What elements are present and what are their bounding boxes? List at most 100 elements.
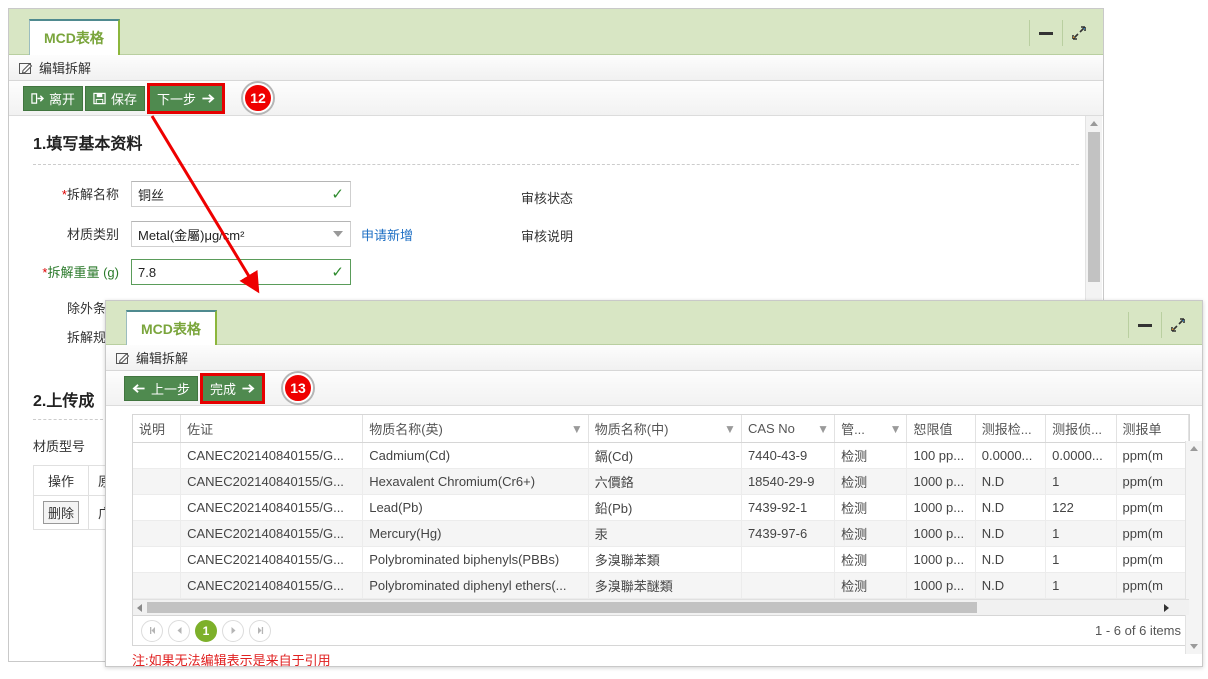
col-label: 恕限值 (913, 422, 953, 437)
hscrollbar-thumb[interactable] (147, 602, 977, 613)
cell-report-test: N.D (975, 468, 1047, 495)
window2-titlebar: MCD表格 (106, 301, 1202, 345)
cell-substance-zh: 多溴聯苯類 (588, 546, 742, 573)
cell-report-test: N.D (975, 520, 1047, 547)
cell-evidence[interactable]: CANEC202140840155/G... (180, 468, 364, 495)
filter-icon[interactable]: ▼​ (724, 422, 736, 436)
save-button[interactable]: 保存 (85, 85, 146, 111)
first-page-button[interactable] (141, 619, 163, 642)
table-row[interactable]: CANEC202140840155/G... Polybrominated di… (133, 572, 1189, 599)
label-material-type: 材质类别 (66, 227, 119, 242)
scroll-right-icon[interactable] (1164, 604, 1169, 612)
table-row[interactable]: CANEC202140840155/G... Lead(Pb) 鉛(Pb) 74… (133, 494, 1189, 521)
col-header-limit[interactable]: 恕限值 (906, 415, 976, 443)
cell-evidence[interactable]: CANEC202140840155/G... (180, 546, 364, 573)
window2-subbar: 编辑拆解 (106, 345, 1202, 371)
maximize-button-win1[interactable] (1063, 20, 1095, 46)
minimize-button-win1[interactable] (1030, 20, 1062, 46)
arrow-left-icon (132, 383, 145, 393)
cell-cas-no: 7439-92-1 (741, 494, 836, 521)
material-type-select[interactable]: Metal(金屬)μg/cm² (131, 221, 351, 247)
cell-cas-no: 18540-29-9 (741, 468, 836, 495)
tab-mcd-table-win2[interactable]: MCD表格 (126, 310, 217, 345)
cell-evidence[interactable]: CANEC202140840155/G... (180, 520, 364, 547)
prev-page-button[interactable] (168, 619, 190, 642)
window2-toolbar: 上一步 完成 13 (106, 371, 1202, 406)
cell-limit: 100 pp... (906, 442, 976, 469)
next-page-icon (231, 627, 235, 634)
cell-control: 检测 (834, 494, 908, 521)
prev-page-icon (177, 627, 181, 634)
table-row[interactable]: CANEC202140840155/G... Hexavalent Chromi… (133, 468, 1189, 495)
prev-step-button[interactable]: 上一步 (124, 375, 199, 401)
col-header-evidence[interactable]: 佐证 (180, 415, 364, 443)
label-audit-status: 审核状态 (521, 191, 574, 206)
next-step-button[interactable]: 下一步 (150, 85, 223, 111)
page-1-button[interactable]: 1 (195, 619, 217, 642)
minimize-button-win2[interactable] (1129, 312, 1161, 338)
filter-icon[interactable]: ▼​ (571, 422, 583, 436)
dismantle-name-input[interactable]: 铜丝 (131, 181, 351, 207)
cell-note (133, 442, 182, 469)
window1-subbar: 编辑拆解 (9, 55, 1103, 81)
save-disk-icon (93, 92, 106, 104)
cell-evidence[interactable]: CANEC202140840155/G... (180, 442, 364, 469)
table-row[interactable]: CANEC202140840155/G... Mercury(Hg) 汞 743… (133, 520, 1189, 547)
step-marker-12: 12 (243, 83, 274, 113)
window1-titlebar: MCD表格 (9, 9, 1103, 55)
minimize-icon (1138, 323, 1152, 327)
maximize-button-win2[interactable] (1162, 312, 1194, 338)
cell-substance-zh: 多溴聯苯醚類 (588, 572, 742, 599)
col-header-report-test[interactable]: 测报检... (975, 415, 1047, 443)
cell-note (133, 546, 182, 573)
col-label: 佐证 (187, 422, 214, 437)
cell-substance-en: Polybrominated diphenyl ethers(... (362, 572, 589, 599)
cell-report-detect: 122 (1045, 494, 1117, 521)
scroll-down-icon[interactable] (1190, 644, 1198, 649)
field-dismantle-name: 铜丝 ✓ (131, 181, 351, 207)
cell-report-test: N.D (975, 572, 1047, 599)
col-header-note[interactable]: 说明 (133, 415, 182, 443)
col-header-control[interactable]: 管... ▼​ (834, 415, 908, 443)
col-header-cas-no[interactable]: CAS No ▼​ (741, 415, 836, 443)
col-header-report-detect[interactable]: 测报侦... (1045, 415, 1117, 443)
apply-new-link[interactable]: 申请新增 (361, 225, 413, 244)
cell-evidence[interactable]: CANEC202140840155/G... (180, 572, 364, 599)
window1-right-column: 审核状态 审核说明 (521, 188, 573, 264)
col-header-report-unit[interactable]: 测报单 (1116, 415, 1189, 443)
cell-report-detect: 1 (1045, 520, 1117, 547)
scroll-up-icon[interactable] (1090, 121, 1098, 126)
cell-report-unit: ppm(m (1116, 442, 1189, 469)
cell-report-detect: 1 (1045, 546, 1117, 573)
window-mcd-grid: MCD表格 (105, 300, 1203, 668)
next-page-button[interactable] (222, 619, 244, 642)
scroll-up-icon[interactable] (1190, 446, 1198, 451)
last-page-button[interactable] (249, 619, 271, 642)
cell-report-unit: ppm(m (1116, 572, 1189, 599)
maximize-icon (1072, 26, 1086, 40)
done-button[interactable]: 完成 (203, 375, 263, 401)
cell-evidence[interactable]: CANEC202140840155/G... (180, 494, 364, 521)
leave-button[interactable]: 离开 (23, 85, 84, 111)
filter-icon[interactable]: ▼​ (890, 422, 902, 436)
tab-mcd-table-win1[interactable]: MCD表格 (29, 19, 120, 55)
dismantle-weight-input[interactable]: 7.8 (131, 259, 351, 285)
delete-button[interactable]: 删除 (43, 501, 80, 524)
col-header-substance-zh[interactable]: 物质名称(中) ▼​ (588, 415, 742, 443)
grid-vertical-scrollbar[interactable] (1185, 441, 1202, 654)
table-row[interactable]: CANEC202140840155/G... Polybrominated bi… (133, 546, 1189, 573)
scroll-left-icon[interactable] (137, 604, 142, 612)
table-row[interactable]: CANEC202140840155/G... Cadmium(Cd) 鎘(Cd)… (133, 442, 1189, 469)
field-material-type: Metal(金屬)μg/cm² 申请新增 (131, 221, 413, 247)
cell-limit: 1000 p... (906, 468, 976, 495)
cell-report-unit: ppm(m (1116, 520, 1189, 547)
scrollbar-thumb[interactable] (1088, 132, 1100, 282)
col-header-substance-en[interactable]: 物质名称(英) ▼​ (362, 415, 589, 443)
window1-controls (1029, 19, 1095, 47)
col-label: 测报侦... (1052, 422, 1102, 437)
cell-control: 检测 (834, 546, 908, 573)
cell-cas-no: 7440-43-9 (741, 442, 836, 469)
grid-horizontal-scrollbar[interactable] (133, 599, 1189, 615)
label-text: 拆解重量 (g) (47, 265, 119, 280)
filter-icon[interactable]: ▼​ (817, 422, 829, 436)
